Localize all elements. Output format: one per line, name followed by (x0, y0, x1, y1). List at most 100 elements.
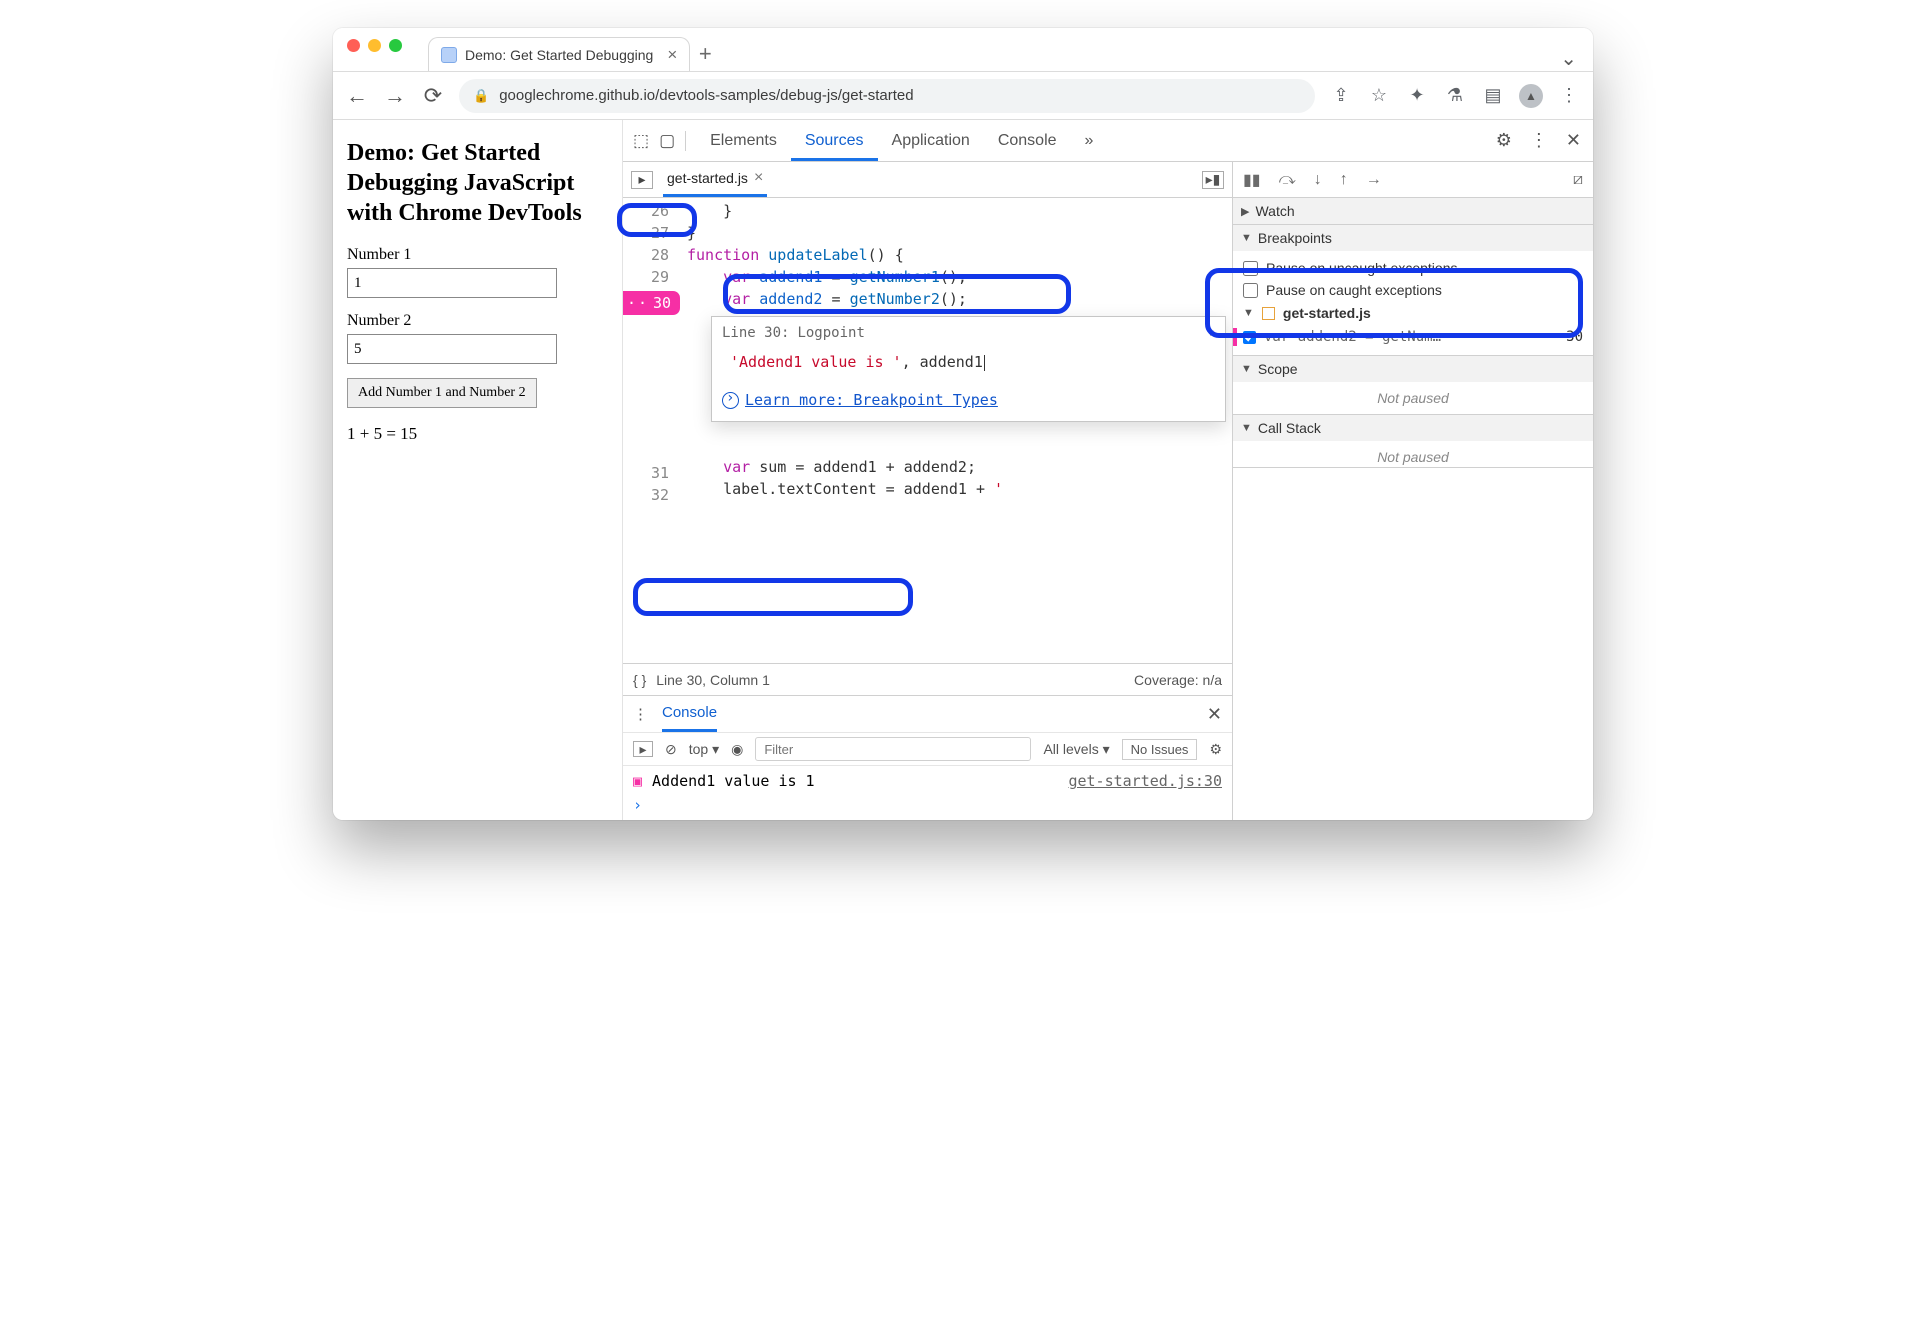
address-bar[interactable]: 🔒 googlechrome.github.io/devtools-sample… (459, 79, 1315, 113)
debugger-panel: ▮▮ ⤼ ↓ ↑ → ⧄ ▶Watch ▼Breakpoints (1233, 162, 1593, 820)
add-button[interactable]: Add Number 1 and Number 2 (347, 378, 537, 408)
favicon-icon (441, 47, 457, 63)
scope-header[interactable]: ▼Scope (1233, 356, 1593, 382)
tab-elements[interactable]: Elements (696, 120, 791, 161)
reading-list-icon[interactable]: ▤ (1481, 85, 1505, 106)
breakpoint-enabled-checkbox[interactable] (1243, 331, 1256, 344)
close-tab-icon[interactable]: × (667, 45, 677, 65)
logpoint-type[interactable]: Logpoint (797, 325, 864, 341)
line-gutter[interactable]: 26 27 28 29 30 31 32 (623, 198, 679, 663)
tab-console[interactable]: Console (984, 120, 1071, 161)
code-lines: } } function updateLabel() { var addend1… (679, 198, 1232, 663)
devtools: ⬚ ▢ Elements Sources Application Console… (623, 120, 1593, 820)
console-run-icon[interactable]: ▸ (633, 741, 653, 757)
close-drawer-icon[interactable]: ✕ (1207, 704, 1222, 725)
watch-header[interactable]: ▶Watch (1233, 198, 1593, 224)
number2-label: Number 2 (347, 312, 608, 330)
pause-uncaught-checkbox[interactable]: Pause on uncaught exceptions (1243, 257, 1583, 279)
url-text: googlechrome.github.io/devtools-samples/… (499, 87, 913, 104)
logpoint-gutter-badge[interactable]: 30 (623, 292, 679, 314)
tabs-overflow-icon[interactable]: ⌄ (1560, 46, 1577, 71)
devtools-tabs: ⬚ ▢ Elements Sources Application Console… (623, 120, 1593, 162)
step-out-icon[interactable]: ↑ (1340, 171, 1348, 189)
info-icon (722, 392, 739, 409)
logpoint-expression-input[interactable]: 'Addend1 value is ', addend1 (722, 347, 1215, 377)
step-icon[interactable]: → (1366, 171, 1382, 189)
menu-icon[interactable]: ⋮ (1557, 85, 1581, 106)
console-log-source[interactable]: get-started.js:30 (1068, 772, 1222, 790)
console-settings-icon[interactable]: ⚙ (1209, 741, 1222, 758)
profile-avatar[interactable]: ▲ (1519, 84, 1543, 108)
drawer-menu-icon[interactable]: ⋮ (633, 705, 648, 723)
console-prompt[interactable]: › (633, 790, 1222, 814)
number2-input[interactable] (347, 334, 557, 364)
inspect-element-icon[interactable]: ⬚ (633, 131, 649, 151)
browser-tab-title: Demo: Get Started Debugging (465, 47, 653, 63)
code-editor[interactable]: 26 27 28 29 30 31 32 30 (623, 198, 1232, 663)
window-titlebar: Demo: Get Started Debugging × + ⌄ (333, 28, 1593, 72)
callstack-header[interactable]: ▼Call Stack (1233, 415, 1593, 441)
share-icon[interactable]: ⇪ (1329, 85, 1353, 106)
close-window-icon[interactable] (347, 39, 360, 52)
new-tab-button[interactable]: + (690, 41, 720, 71)
sources-panel: ▸ get-started.js × ▸▮ 26 27 28 (623, 162, 1233, 820)
logpoint-editor[interactable]: Line 30: Logpoint ▾ 'Addend1 value is ',… (711, 316, 1226, 422)
maximize-window-icon[interactable] (389, 39, 402, 52)
logpoint-marker-icon (1233, 328, 1237, 346)
source-file-tab[interactable]: get-started.js × (663, 162, 767, 197)
step-over-icon[interactable]: ⤼ (1279, 171, 1296, 189)
breakpoints-header[interactable]: ▼Breakpoints (1233, 225, 1593, 251)
settings-icon[interactable]: ⚙ (1496, 130, 1512, 151)
clear-console-icon[interactable]: ⊘ (665, 741, 677, 758)
bookmark-icon[interactable]: ☆ (1367, 85, 1391, 106)
browser-toolbar: ← → ⟳ 🔒 googlechrome.github.io/devtools-… (333, 72, 1593, 120)
more-icon[interactable]: ⋮ (1530, 130, 1548, 151)
pause-button[interactable]: ▮▮ (1243, 170, 1261, 190)
step-into-icon[interactable]: ↓ (1314, 171, 1322, 189)
breakpoint-entry[interactable]: var addend2 = getNum… 30 (1243, 325, 1583, 349)
console-context-dropdown[interactable]: top ▾ (689, 741, 719, 758)
callstack-not-paused: Not paused (1233, 441, 1593, 467)
page-heading: Demo: Get Started Debugging JavaScript w… (347, 138, 608, 228)
tab-sources[interactable]: Sources (791, 120, 878, 161)
number1-input[interactable] (347, 268, 557, 298)
reload-button[interactable]: ⟳ (421, 83, 445, 109)
logpoint-indicator-icon: ▣ (633, 772, 642, 790)
cursor-position: Line 30, Column 1 (656, 672, 770, 688)
navigator-toggle-icon[interactable]: ▸ (631, 171, 653, 189)
live-expression-icon[interactable]: ◉ (731, 741, 743, 758)
result-text: 1 + 5 = 15 (347, 424, 608, 444)
learn-more-link[interactable]: Learn more: Breakpoint Types (722, 391, 1215, 409)
format-icon[interactable]: { } (633, 672, 646, 688)
issues-button[interactable]: No Issues (1122, 739, 1198, 760)
number1-label: Number 1 (347, 246, 608, 264)
tab-application[interactable]: Application (878, 120, 984, 161)
log-levels-dropdown[interactable]: All levels ▾ (1043, 741, 1109, 758)
back-button[interactable]: ← (345, 83, 369, 109)
coverage-status: Coverage: n/a (1134, 672, 1222, 688)
lock-icon: 🔒 (473, 88, 489, 104)
minimize-window-icon[interactable] (368, 39, 381, 52)
console-filter-input[interactable] (755, 737, 1031, 761)
deactivate-breakpoints-icon[interactable]: ⧄ (1573, 171, 1583, 189)
console-log-message: Addend1 value is 1 (652, 772, 815, 790)
logpoint-line-label: Line 30: (722, 325, 789, 341)
labs-icon[interactable]: ⚗ (1443, 85, 1467, 106)
run-snippet-icon[interactable]: ▸▮ (1202, 171, 1224, 189)
breakpoint-file[interactable]: ▼ get-started.js (1243, 301, 1583, 325)
console-drawer: ⋮ Console ✕ ▸ ⊘ top ▾ ◉ All levels ▾ (623, 695, 1232, 820)
extensions-icon[interactable]: ✦ (1405, 85, 1429, 106)
logpoint-type-dropdown-icon[interactable]: ▾ (1207, 325, 1215, 341)
tab-overflow[interactable]: » (1071, 120, 1108, 161)
pause-caught-checkbox[interactable]: Pause on caught exceptions (1243, 279, 1583, 301)
traffic-lights (347, 28, 402, 71)
console-log-row: ▣ Addend1 value is 1 get-started.js:30 (633, 772, 1222, 790)
js-file-icon (1262, 307, 1275, 320)
close-devtools-icon[interactable]: ✕ (1566, 130, 1581, 151)
drawer-tab-console[interactable]: Console (662, 696, 717, 732)
device-toolbar-icon[interactable]: ▢ (659, 131, 675, 151)
close-file-icon[interactable]: × (754, 169, 763, 187)
forward-button[interactable]: → (383, 83, 407, 109)
browser-tab[interactable]: Demo: Get Started Debugging × (428, 37, 690, 71)
scope-not-paused: Not paused (1233, 382, 1593, 414)
